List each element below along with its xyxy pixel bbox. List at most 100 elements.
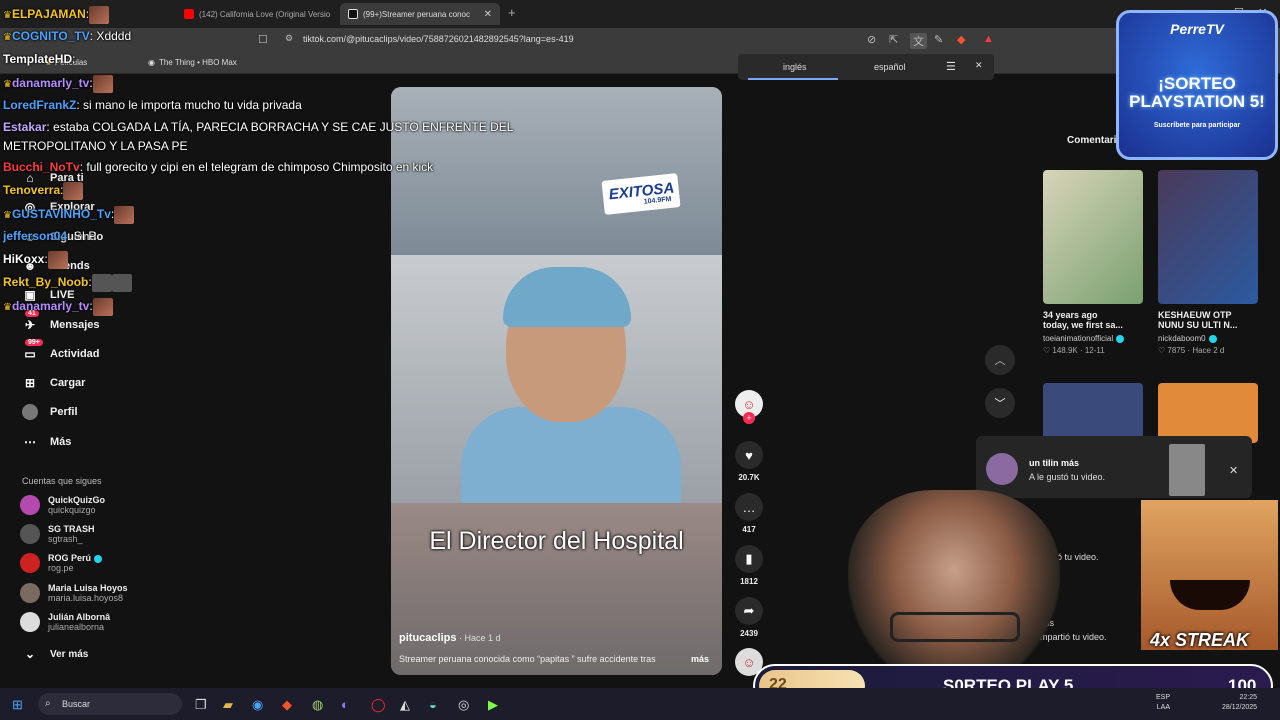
obs-icon[interactable]: ◎ xyxy=(458,697,469,713)
app-icon[interactable]: ◍ xyxy=(312,697,323,713)
tiktok-icon xyxy=(348,9,358,19)
video-player[interactable]: EXITOSA 104.9FM El Director del Hospital… xyxy=(391,87,722,675)
related-thumbnail xyxy=(1158,170,1258,304)
following-item[interactable]: Julián Albornâ julianealborna xyxy=(20,612,110,632)
streak-label: 4x STREAK xyxy=(1150,630,1250,650)
comment-button[interactable]: … 417 xyxy=(735,493,763,534)
translate-icon[interactable]: 文 xyxy=(910,33,927,49)
chevron-down-icon: ⌄ xyxy=(24,647,36,661)
chat-line: METROPOLITANO Y LA PASA PE xyxy=(3,139,188,153)
follow-plus-icon[interactable]: + xyxy=(743,412,755,424)
following-item[interactable]: Maria Luisa Hoyos maria.luisa.hoyos8 xyxy=(20,583,128,603)
nav-perfil[interactable]: Perfil xyxy=(22,404,78,420)
related-video-card[interactable]: 34 years ago today, we first sa... toeia… xyxy=(1043,170,1143,355)
share-button[interactable]: ➦ 2439 xyxy=(735,597,763,638)
language-indicator[interactable]: ESP LAA xyxy=(1156,693,1170,713)
tab-tiktok[interactable]: (99+)Streamer peruana conoc ✕ xyxy=(340,3,500,25)
nav-mensajes[interactable]: ✈ 41 Mensajes xyxy=(22,310,100,333)
meme-image xyxy=(1141,500,1278,650)
chat-line: TemplateHD: xyxy=(3,52,76,66)
chat-line: LoredFrankZ: si mano le importa mucho tu… xyxy=(3,98,302,112)
tab-california-love[interactable]: (142) California Love (Original Versio xyxy=(176,3,336,25)
giveaway-promo-badge: PerreTV ¡SORTEO PLAYSTATION 5! Suscríbet… xyxy=(1116,10,1278,160)
chat-line: HiKoxx: xyxy=(3,251,68,269)
notification-popup[interactable]: un tilin más A le gustó tu video. ✕ xyxy=(976,436,1252,498)
emote-icon xyxy=(111,274,132,292)
nav-actividad[interactable]: ▭ 99+ Actividad xyxy=(22,339,100,362)
video-top-frame xyxy=(391,87,722,255)
following-item[interactable]: ROG Perú rog.pe xyxy=(20,553,103,573)
related-thumbnail[interactable] xyxy=(1043,383,1143,443)
messages-icon: ✈ 41 xyxy=(22,310,39,333)
avatar xyxy=(20,612,40,632)
translate-menu-icon[interactable]: ☰ xyxy=(946,60,956,73)
notification-thumbnail xyxy=(1169,444,1205,496)
avatar xyxy=(986,453,1018,485)
profile-avatar-icon xyxy=(22,404,38,420)
bookmark-page-icon[interactable]: ☐ xyxy=(258,33,268,46)
share-icon: ➦ xyxy=(735,597,763,625)
chat-line: Tenoverra: xyxy=(3,182,84,200)
brave-shield-icon[interactable]: ◆ xyxy=(957,33,965,46)
close-tab-icon[interactable]: ✕ xyxy=(484,9,492,20)
search-input[interactable]: Buscar xyxy=(38,693,182,715)
app-icon[interactable]: ◒ xyxy=(429,697,437,712)
emote-icon xyxy=(92,75,113,93)
edge-icon[interactable]: ◉ xyxy=(252,697,263,713)
activity-icon: ▭ 99+ xyxy=(22,339,43,362)
following-item[interactable]: SG TRASH sgtrash_ xyxy=(20,524,95,544)
close-icon[interactable]: ✕ xyxy=(1229,464,1238,477)
video-person-body xyxy=(461,407,681,507)
next-video-button[interactable]: ﹀ xyxy=(985,388,1015,418)
brave-rewards-icon[interactable]: ▲ xyxy=(983,33,994,45)
youtube-icon xyxy=(184,9,194,19)
app-icon[interactable]: ◭ xyxy=(400,697,410,713)
translate-bar: inglés español ☰ ✕ xyxy=(738,54,994,80)
brave-icon[interactable]: ◆ xyxy=(282,697,292,713)
see-more-button[interactable]: ⌄ Ver más xyxy=(22,646,88,662)
windows-taskbar: ⊞ Buscar ⌕ ❐ ▰ ◉ ◆ ◍ ◐ ◯ ◭ ◒ ◎ ▶ ESP LAA … xyxy=(0,688,1280,720)
comment-icon: … xyxy=(735,493,763,521)
site-info-icon[interactable]: ⚙ xyxy=(285,33,293,44)
translate-spanish-tab[interactable]: español xyxy=(874,62,906,72)
related-thumbnail[interactable] xyxy=(1158,383,1258,443)
chat-line: Bucchi_NoTv: full gorecito y cipi en el … xyxy=(3,160,434,174)
video-description: Streamer peruana conocida como “papitas … xyxy=(399,654,656,664)
emote-icon xyxy=(91,274,112,292)
new-tab-icon[interactable]: + xyxy=(508,5,516,20)
share-page-icon[interactable]: ⇱ xyxy=(889,33,898,46)
nav-mas[interactable]: ⋯ Más xyxy=(22,434,71,450)
windows-start-icon[interactable]: ⊞ xyxy=(12,697,23,713)
video-more-button[interactable]: más xyxy=(691,654,709,664)
file-explorer-icon[interactable]: ▰ xyxy=(223,697,233,713)
task-view-icon[interactable]: ❐ xyxy=(195,697,207,713)
opera-icon[interactable]: ◯ xyxy=(371,697,386,713)
edit-icon[interactable]: ✎ xyxy=(934,33,943,46)
avatar xyxy=(20,583,40,603)
bookmarks-bar: ■ Películas ◉ The Thing • HBO Max xyxy=(0,52,1280,74)
nav-cargar[interactable]: ⊞ Cargar xyxy=(22,375,86,391)
creator-avatar[interactable]: ☺ + xyxy=(735,390,763,424)
streamer-webcam xyxy=(848,490,1060,690)
following-item[interactable]: QuickQuizGo quickquizgo xyxy=(20,495,105,515)
related-video-card[interactable]: KESHAEUW OTP NUNU SU ULTI N... nickdaboo… xyxy=(1158,170,1258,355)
url-field[interactable]: tiktok.com/@pitucaclips/video/7588726021… xyxy=(303,34,574,44)
emote-icon xyxy=(63,182,84,200)
search-icon: ⌕ xyxy=(45,698,51,709)
translate-active-underline xyxy=(748,78,838,80)
bookmark-button[interactable]: ▮ 1812 xyxy=(735,545,763,586)
video-caption: El Director del Hospital xyxy=(429,527,684,555)
translate-english-tab[interactable]: inglés xyxy=(783,62,807,72)
avatar xyxy=(20,524,40,544)
browser-tab-bar: (142) California Love (Original Versio (… xyxy=(0,0,1280,28)
discord-icon[interactable]: ◐ xyxy=(341,697,349,712)
app-icon[interactable]: ▶ xyxy=(488,697,498,713)
video-author[interactable]: pitucaclips · Hace 1 d xyxy=(399,632,501,644)
like-button[interactable]: ♥ 20.7K xyxy=(735,441,763,482)
bookmark-the-thing[interactable]: ◉ The Thing • HBO Max xyxy=(148,58,237,67)
upload-icon: ⊞ xyxy=(24,376,36,390)
previous-video-button[interactable]: ︿ xyxy=(985,345,1015,375)
translate-close-icon[interactable]: ✕ xyxy=(975,60,983,71)
clock[interactable]: 22:25 28/12/2025 xyxy=(1222,693,1257,713)
no-tracking-icon[interactable]: ⊘ xyxy=(867,33,876,46)
